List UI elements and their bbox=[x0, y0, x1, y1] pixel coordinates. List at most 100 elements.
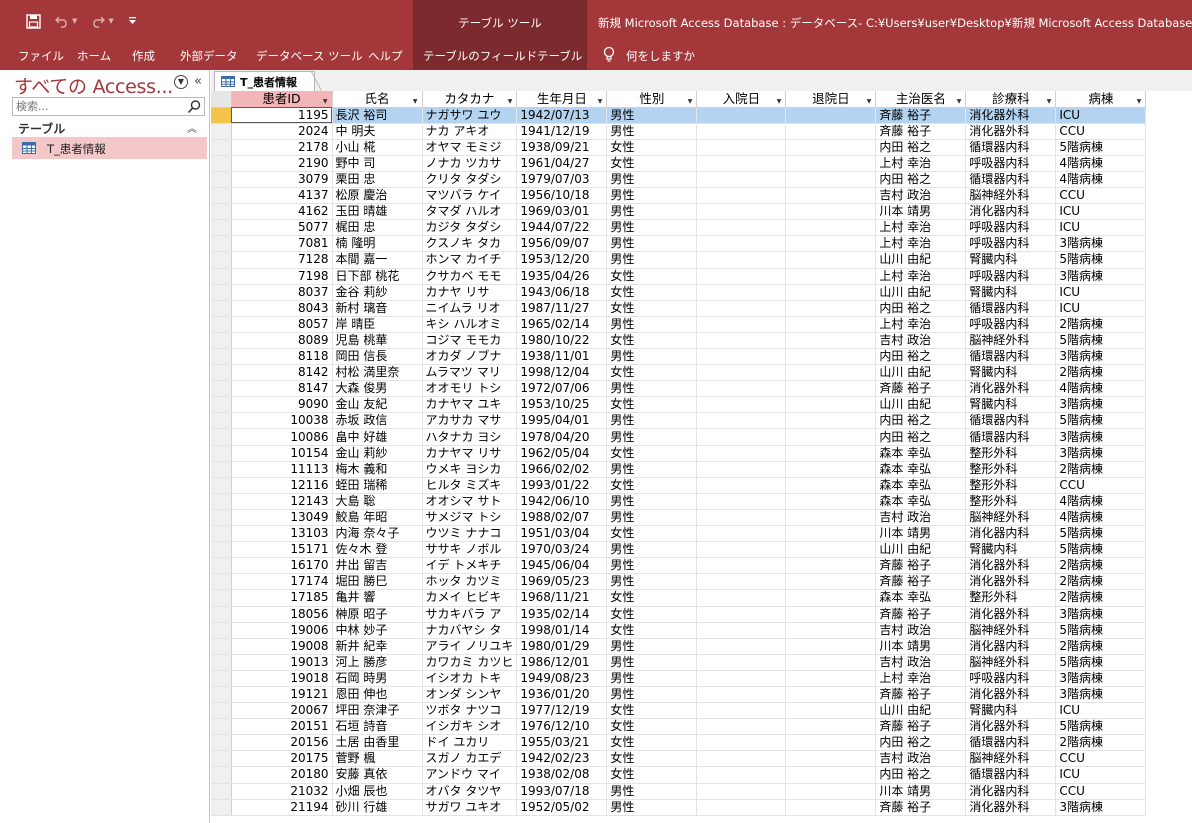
table-cell[interactable]: 女性 bbox=[606, 139, 698, 156]
table-row[interactable]: 4137 松原 慶治 マツバラ ケイ 1956/10/18 男性 吉村 政治 脳神経外科 CC… bbox=[211, 187, 1147, 205]
table-cell[interactable]: 斉藤 裕子 bbox=[875, 606, 967, 623]
record-selector[interactable] bbox=[211, 187, 232, 205]
table-cell[interactable]: 男性 bbox=[606, 783, 698, 800]
table-row[interactable]: 19018 石岡 時男 イシオカ トキ 1949/08/23 男性 上村 幸治 呼吸器内科 3… bbox=[211, 670, 1147, 687]
table-cell[interactable]: タマダ ハルオ bbox=[422, 203, 518, 221]
table-cell[interactable]: 新村 璃音 bbox=[332, 300, 423, 317]
table-cell[interactable]: 女性 bbox=[606, 622, 698, 639]
table-cell[interactable] bbox=[696, 412, 787, 430]
record-selector[interactable] bbox=[211, 139, 232, 156]
table-row[interactable]: 10154 金山 莉紗 カナヤマ リサ 1962/05/04 女性 森本 幸弘 整形外科 3階… bbox=[211, 445, 1147, 462]
table-cell[interactable]: 佐々木 登 bbox=[332, 541, 423, 559]
table-cell[interactable] bbox=[696, 525, 787, 543]
table-cell[interactable]: 3階病棟 bbox=[1055, 670, 1147, 687]
table-cell[interactable] bbox=[785, 316, 877, 333]
chevron-down-icon[interactable]: ▼ bbox=[957, 94, 962, 106]
table-cell[interactable] bbox=[785, 187, 877, 205]
table-cell[interactable]: 2階病棟 bbox=[1055, 589, 1147, 607]
table-cell[interactable]: 1970/03/24 bbox=[516, 541, 608, 559]
table-cell[interactable]: ICU bbox=[1055, 766, 1147, 784]
table-row[interactable]: 8043 新村 璃音 ニイムラ リオ 1987/11/27 女性 内田 裕之 循環器内科 IC… bbox=[211, 300, 1147, 317]
table-cell[interactable]: 金谷 莉紗 bbox=[332, 284, 423, 301]
record-selector[interactable] bbox=[211, 718, 232, 736]
table-cell[interactable]: 腎臓内科 bbox=[965, 364, 1057, 382]
table-cell[interactable] bbox=[696, 799, 787, 816]
table-cell[interactable]: 3階病棟 bbox=[1055, 348, 1147, 366]
table-cell[interactable] bbox=[696, 284, 787, 301]
record-selector[interactable] bbox=[211, 380, 232, 398]
table-cell[interactable]: ササキ ノボル bbox=[422, 541, 518, 559]
table-cell[interactable]: 9090 bbox=[231, 396, 333, 414]
record-selector[interactable] bbox=[211, 284, 232, 301]
table-cell[interactable]: ICU bbox=[1055, 203, 1147, 221]
table-cell[interactable]: 男性 bbox=[606, 107, 698, 124]
table-cell[interactable]: 5階病棟 bbox=[1055, 718, 1147, 736]
table-cell[interactable]: 1993/07/18 bbox=[516, 783, 608, 800]
table-cell[interactable]: 吉村 政治 bbox=[875, 654, 967, 671]
table-cell[interactable]: アカサカ マサ bbox=[422, 412, 518, 430]
table-cell[interactable]: ニイムラ リオ bbox=[422, 300, 518, 317]
table-cell[interactable]: 循環器内科 bbox=[965, 171, 1057, 189]
nav-search-input[interactable] bbox=[13, 98, 185, 115]
table-cell[interactable] bbox=[696, 219, 787, 237]
table-cell[interactable]: 20180 bbox=[231, 766, 333, 784]
table-row[interactable]: 11113 梅木 義和 ウメキ ヨシカ 1966/02/02 男性 森本 幸弘 整形外科 2階… bbox=[211, 461, 1147, 478]
table-cell[interactable]: 女性 bbox=[606, 525, 698, 543]
table-cell[interactable]: CCU bbox=[1055, 187, 1147, 205]
table-cell[interactable]: 整形外科 bbox=[965, 461, 1057, 478]
tab-table-fields[interactable]: テーブルのフィールド bbox=[423, 48, 537, 64]
record-selector[interactable] bbox=[211, 396, 232, 414]
table-cell[interactable]: 1938/09/21 bbox=[516, 139, 608, 156]
table-cell[interactable]: 1978/04/20 bbox=[516, 428, 608, 446]
table-cell[interactable]: クスノキ タカ bbox=[422, 235, 518, 253]
table-cell[interactable]: CCU bbox=[1055, 783, 1147, 800]
chevron-down-icon[interactable]: ▼ bbox=[867, 94, 872, 106]
table-cell[interactable]: 消化器外科 bbox=[965, 573, 1057, 591]
table-cell[interactable]: 2階病棟 bbox=[1055, 573, 1147, 591]
table-cell[interactable]: 脳神経外科 bbox=[965, 187, 1057, 205]
table-cell[interactable]: 20151 bbox=[231, 718, 333, 736]
table-cell[interactable]: 斉藤 裕子 bbox=[875, 573, 967, 591]
table-cell[interactable]: 男性 bbox=[606, 187, 698, 205]
table-cell[interactable]: 男性 bbox=[606, 412, 698, 430]
table-cell[interactable]: 1935/04/26 bbox=[516, 268, 608, 285]
table-cell[interactable]: オヤマ モミジ bbox=[422, 139, 518, 156]
table-cell[interactable]: 8089 bbox=[231, 332, 333, 350]
table-cell[interactable]: 1993/01/22 bbox=[516, 477, 608, 494]
table-cell[interactable] bbox=[785, 107, 877, 124]
table-cell[interactable] bbox=[696, 589, 787, 607]
table-cell[interactable]: 男性 bbox=[606, 428, 698, 446]
table-row[interactable]: 2024 中 明夫 ナカ アキオ 1941/12/19 男性 斉藤 裕子 消化器外科 CCU bbox=[211, 123, 1147, 140]
table-cell[interactable]: 1969/03/01 bbox=[516, 203, 608, 221]
table-cell[interactable]: 10038 bbox=[231, 412, 333, 430]
table-cell[interactable] bbox=[785, 525, 877, 543]
table-cell[interactable]: 消化器外科 bbox=[965, 606, 1057, 623]
table-cell[interactable] bbox=[696, 123, 787, 140]
table-cell[interactable]: 消化器内科 bbox=[965, 783, 1057, 800]
record-selector[interactable] bbox=[211, 412, 232, 430]
table-cell[interactable] bbox=[696, 461, 787, 478]
table-cell[interactable] bbox=[696, 396, 787, 414]
column-header[interactable]: 生年月日 ▼ bbox=[516, 91, 608, 108]
table-cell[interactable]: 蛭田 瑞稀 bbox=[332, 477, 423, 494]
tab-external-data[interactable]: 外部データ bbox=[180, 48, 238, 64]
table-cell[interactable]: 栗田 忠 bbox=[332, 171, 423, 189]
table-cell[interactable]: 消化器外科 bbox=[965, 557, 1057, 575]
table-cell[interactable] bbox=[696, 557, 787, 575]
table-cell[interactable]: 8118 bbox=[231, 348, 333, 366]
table-cell[interactable]: 土居 由香里 bbox=[332, 734, 423, 752]
table-cell[interactable]: キシ ハルオミ bbox=[422, 316, 518, 333]
record-selector[interactable] bbox=[211, 445, 232, 462]
table-cell[interactable]: 森本 幸弘 bbox=[875, 445, 967, 462]
table-cell[interactable]: 女性 bbox=[606, 268, 698, 285]
table-cell[interactable]: CCU bbox=[1055, 477, 1147, 494]
table-row[interactable]: 12116 蛭田 瑞稀 ヒルタ ミズキ 1993/01/22 女性 森本 幸弘 整形外科 CC… bbox=[211, 477, 1147, 494]
table-row[interactable]: 19121 恩田 伸也 オンダ シンヤ 1936/01/20 男性 斉藤 裕子 消化器外科 3… bbox=[211, 686, 1147, 704]
table-cell[interactable]: 呼吸器内科 bbox=[965, 155, 1057, 172]
table-cell[interactable]: 5階病棟 bbox=[1055, 332, 1147, 350]
table-cell[interactable]: 内田 裕之 bbox=[875, 428, 967, 446]
table-cell[interactable]: 玉田 晴雄 bbox=[332, 203, 423, 221]
table-cell[interactable]: 石岡 時男 bbox=[332, 670, 423, 687]
table-cell[interactable] bbox=[785, 203, 877, 221]
document-tab[interactable]: T_患者情報 bbox=[214, 71, 315, 91]
